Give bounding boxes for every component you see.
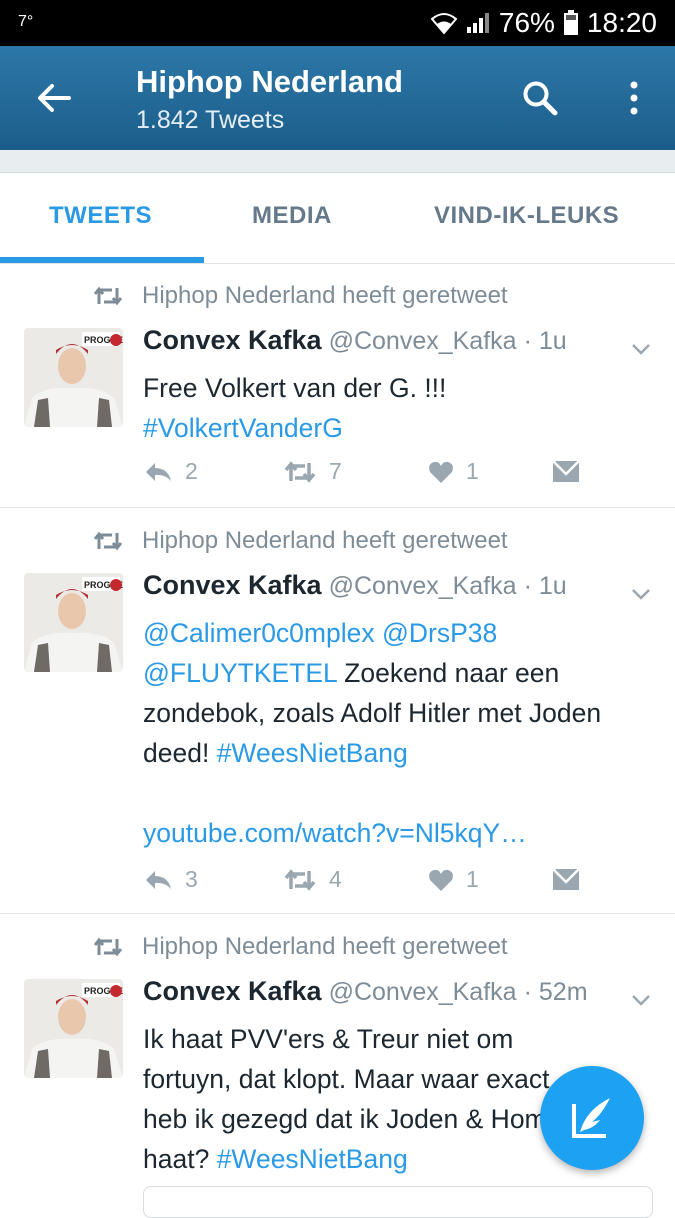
tab-likes[interactable]: VIND-IK-LEUKS xyxy=(434,202,619,230)
status-bar: 7° 76% 18:20 xyxy=(0,0,675,46)
heart-icon xyxy=(429,461,453,483)
tweet-text: @Calimer0c0mplex @DrsP38 @FLUYTKETEL Zoe… xyxy=(143,618,602,848)
chevron-down-icon[interactable] xyxy=(631,587,651,601)
clock: 18:20 xyxy=(586,7,657,38)
retweet-button[interactable]: 4 xyxy=(283,866,428,893)
retweet-count: 7 xyxy=(329,458,342,484)
tweet-text: Ik haat PVV'ers & Treur niet om fortuyn,… xyxy=(143,1024,580,1174)
like-button[interactable]: 1 xyxy=(428,866,552,893)
direct-message-icon[interactable] xyxy=(552,867,580,892)
mention-link[interactable]: @FLUYTKETEL xyxy=(143,658,337,688)
separator: · xyxy=(523,327,532,355)
signal-icon xyxy=(466,13,489,33)
author-name[interactable]: Convex Kafka xyxy=(143,570,322,601)
direct-message-icon[interactable] xyxy=(552,459,580,484)
wifi-icon xyxy=(430,13,457,35)
header-divider xyxy=(0,150,675,173)
profile-tabs: TWEETS MEDIA VIND-IK-LEUKS xyxy=(0,173,675,264)
overflow-menu-icon[interactable] xyxy=(614,78,654,118)
app-bar: Hiphop Nederland 1.842 Tweets xyxy=(0,46,675,150)
retweet-label: Hiphop Nederland heeft geretweet xyxy=(142,282,508,309)
like-button[interactable]: 1 xyxy=(428,458,552,485)
link-card[interactable] xyxy=(143,1186,653,1218)
chevron-down-icon[interactable] xyxy=(631,342,651,356)
retweet-label: Hiphop Nederland heeft geretweet xyxy=(142,527,508,554)
retweet-icon xyxy=(93,937,123,957)
reply-count: 2 xyxy=(185,458,198,484)
reply-button[interactable]: 2 xyxy=(143,458,283,485)
like-count: 1 xyxy=(466,866,479,892)
author-name[interactable]: Convex Kafka xyxy=(143,325,322,356)
compose-button[interactable] xyxy=(540,1066,644,1170)
separator: · xyxy=(523,978,532,1006)
profile-title: Hiphop Nederland xyxy=(136,64,403,99)
avatar[interactable]: PROGRESS xyxy=(24,573,123,672)
hashtag-link[interactable]: #WeesNietBang xyxy=(217,738,408,768)
retweet-button[interactable]: 7 xyxy=(283,458,428,485)
mention-link[interactable]: @DrsP38 xyxy=(382,618,497,648)
retweet-label: Hiphop Nederland heeft geretweet xyxy=(142,933,508,960)
tweet-count: 1.842 Tweets xyxy=(136,106,285,134)
hashtag-link[interactable]: #WeesNietBang xyxy=(217,1144,408,1174)
tab-media[interactable]: MEDIA xyxy=(252,202,332,230)
chevron-down-icon[interactable] xyxy=(631,993,651,1007)
search-icon[interactable] xyxy=(520,78,560,118)
separator: · xyxy=(523,572,532,600)
author-handle[interactable]: @Convex_Kafka xyxy=(329,572,517,601)
heart-icon xyxy=(429,869,453,891)
retweet-icon xyxy=(93,286,123,306)
active-tab-indicator xyxy=(0,257,204,263)
compose-icon xyxy=(572,1098,610,1138)
battery-icon xyxy=(563,10,578,35)
tweet-card[interactable]: Hiphop Nederland heeft geretweet PROGRES… xyxy=(0,509,675,914)
author-handle[interactable]: @Convex_Kafka xyxy=(329,978,517,1007)
tweet-text: Free Volkert van der G. !!! #VolkertVand… xyxy=(143,373,447,443)
retweet-icon xyxy=(284,868,316,891)
hashtag-link[interactable]: #VolkertVanderG xyxy=(143,413,343,443)
like-count: 1 xyxy=(466,458,479,484)
tweet-actions: 3 4 1 xyxy=(143,866,580,893)
temperature: 7° xyxy=(18,13,34,30)
avatar[interactable]: PROGRESS xyxy=(24,979,123,1078)
url-link[interactable]: youtube.com/watch?v=Nl5kqY… xyxy=(143,818,527,848)
tab-tweets[interactable]: TWEETS xyxy=(49,202,152,230)
reply-count: 3 xyxy=(185,866,198,892)
reply-button[interactable]: 3 xyxy=(143,866,283,893)
battery-level: 76% xyxy=(498,7,555,38)
reply-icon xyxy=(146,870,171,889)
retweet-icon xyxy=(284,460,316,483)
tweet-time: 1u xyxy=(538,572,567,600)
tweet-actions: 2 7 1 xyxy=(143,458,580,485)
author-handle[interactable]: @Convex_Kafka xyxy=(329,327,517,356)
avatar[interactable]: PROGRESS xyxy=(24,328,123,427)
retweet-count: 4 xyxy=(329,866,342,892)
tweet-time: 1u xyxy=(538,327,567,355)
author-name[interactable]: Convex Kafka xyxy=(143,976,322,1007)
reply-icon xyxy=(146,462,171,481)
tweet-time: 52m xyxy=(538,978,588,1006)
back-arrow-icon[interactable] xyxy=(34,78,74,118)
retweet-icon xyxy=(93,531,123,551)
mention-link[interactable]: @Calimer0c0mplex xyxy=(143,618,375,648)
tweet-card[interactable]: Hiphop Nederland heeft geretweet PROGRES… xyxy=(0,264,675,508)
